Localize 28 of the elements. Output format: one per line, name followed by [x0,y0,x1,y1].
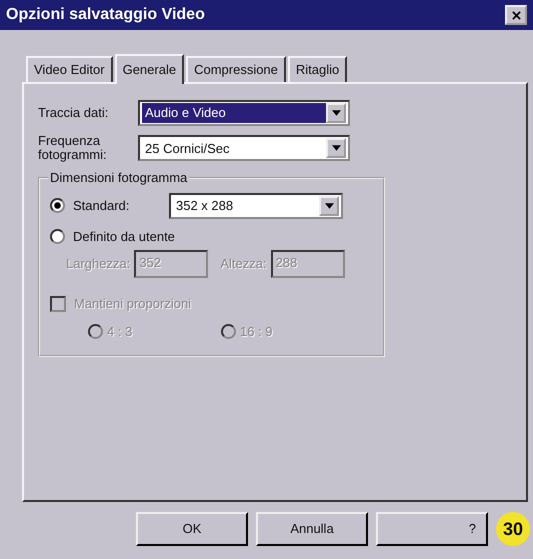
field-label: Altezza: [220,255,267,274]
tab[interactable]: Ritaglio [288,56,348,82]
field-label: Traccia dati: [38,106,110,120]
cancel-button[interactable]: Annulla [256,512,368,546]
radio-label: 4 : 3 [107,322,132,341]
dropdown[interactable]: 25 Cornici/Sec [138,135,350,162]
dropdown[interactable]: 352 x 288 [169,192,343,219]
caret-icon [326,138,346,158]
close-icon [512,10,520,20]
radio-label: 16 : 9 [240,322,273,341]
tab[interactable]: Generale [114,54,184,84]
radio-button[interactable] [50,198,65,214]
field-label: Larghezza: [66,255,130,274]
window-title: Opzioni salvataggio Video [6,5,205,25]
tab[interactable]: Compressione [186,56,286,82]
caret-icon [319,196,339,216]
caret-icon [326,103,346,123]
checkbox-label: Mantieni proporzioni [74,295,192,314]
radio-button[interactable] [50,228,65,244]
ok-button[interactable]: OK [136,512,248,546]
radio-label: Standard: [73,196,130,215]
radio-label: Definito da utente [73,228,175,246]
close-button[interactable] [505,5,527,25]
tab[interactable]: Video Editor [26,56,113,82]
dropdown[interactable]: Audio e Video [138,100,350,126]
help-button[interactable]: ? [376,512,488,546]
figure-number-badge: 30 [496,512,530,546]
field-label: Frequenza fotogrammi: [38,134,108,163]
